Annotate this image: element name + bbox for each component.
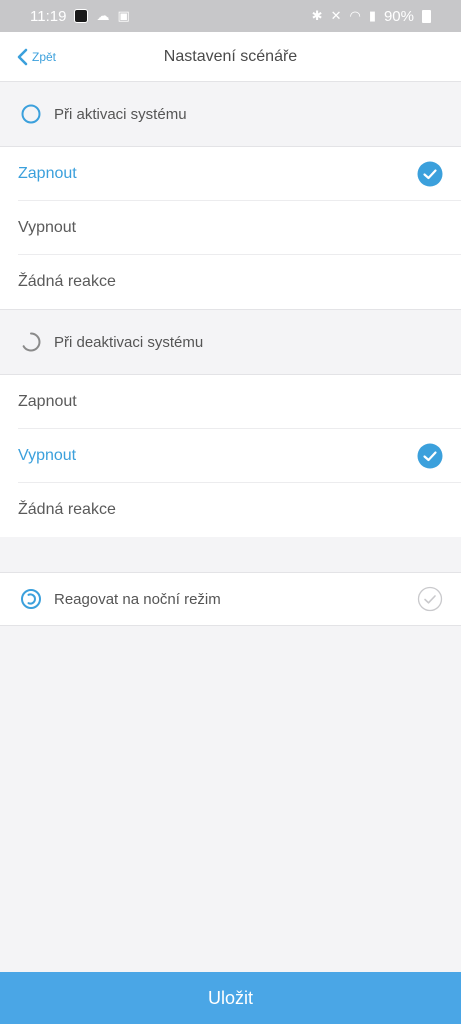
partial-circle-icon bbox=[22, 332, 41, 352]
night-mode-label: Reagovat na noční režim bbox=[54, 590, 221, 608]
section-title: Při aktivaci systému bbox=[54, 105, 187, 123]
circle-icon bbox=[21, 104, 41, 124]
checkmark-selected-icon bbox=[417, 161, 443, 187]
checkmark-selected-icon bbox=[417, 443, 443, 469]
status-right: ✱ ✕ ◠ ▮ 90% bbox=[312, 8, 431, 25]
signal-icon: ▮ bbox=[368, 8, 376, 23]
nav-bar: Zpět Nastavení scénáře bbox=[0, 32, 461, 82]
option-activation-on[interactable]: Zapnout bbox=[0, 147, 461, 201]
image-icon: ▣ bbox=[117, 8, 130, 23]
status-left: 11:19 ☁ ▣ bbox=[30, 8, 130, 25]
night-mode-icon bbox=[21, 589, 41, 609]
cloud-icon: ☁ bbox=[96, 8, 110, 23]
option-label: Zapnout bbox=[18, 165, 77, 182]
option-label: Zapnout bbox=[18, 393, 77, 410]
option-deactivation-on[interactable]: Zapnout bbox=[0, 375, 461, 429]
scenario-settings-screen: 11:19 ☁ ▣ ✱ ✕ ◠ ▮ 90% Zpět Nastavení scé… bbox=[0, 0, 461, 1024]
battery-percent: 90% bbox=[383, 7, 414, 25]
option-activation-off[interactable]: Vypnout bbox=[0, 201, 461, 255]
bluetooth-icon: ✱ bbox=[311, 8, 323, 23]
option-deactivation-off[interactable]: Vypnout bbox=[0, 429, 461, 483]
option-deactivation-no-reaction[interactable]: Žádná reakce bbox=[0, 483, 461, 537]
section-header-activation: Při aktivaci systému bbox=[0, 82, 461, 147]
save-button[interactable]: Uložit bbox=[0, 972, 461, 1024]
option-label: Žádná reakce bbox=[18, 273, 116, 290]
chevron-left-icon bbox=[17, 48, 28, 66]
battery-icon bbox=[422, 9, 431, 23]
section-title: Při deaktivaci systému bbox=[54, 333, 204, 351]
back-label: Zpět bbox=[32, 50, 57, 64]
section-header-deactivation: Při deaktivaci systému bbox=[0, 309, 461, 375]
wifi-icon: ◠ bbox=[349, 8, 361, 23]
option-label: Žádná reakce bbox=[18, 501, 116, 518]
status-bar: 11:19 ☁ ▣ ✱ ✕ ◠ ▮ 90% bbox=[0, 0, 461, 32]
option-label: Vypnout bbox=[18, 447, 77, 464]
option-activation-no-reaction[interactable]: Žádná reakce bbox=[0, 255, 461, 309]
night-mode-row[interactable]: Reagovat na noční režim bbox=[0, 572, 461, 626]
app-notification-icon bbox=[74, 9, 89, 23]
checkmark-unselected-icon[interactable] bbox=[417, 586, 443, 612]
option-label: Vypnout bbox=[18, 219, 77, 236]
status-time: 11:19 bbox=[30, 7, 67, 25]
mute-icon: ✕ bbox=[330, 8, 342, 23]
back-button[interactable]: Zpět bbox=[16, 32, 56, 82]
page-title: Nastavení scénáře bbox=[163, 48, 298, 65]
